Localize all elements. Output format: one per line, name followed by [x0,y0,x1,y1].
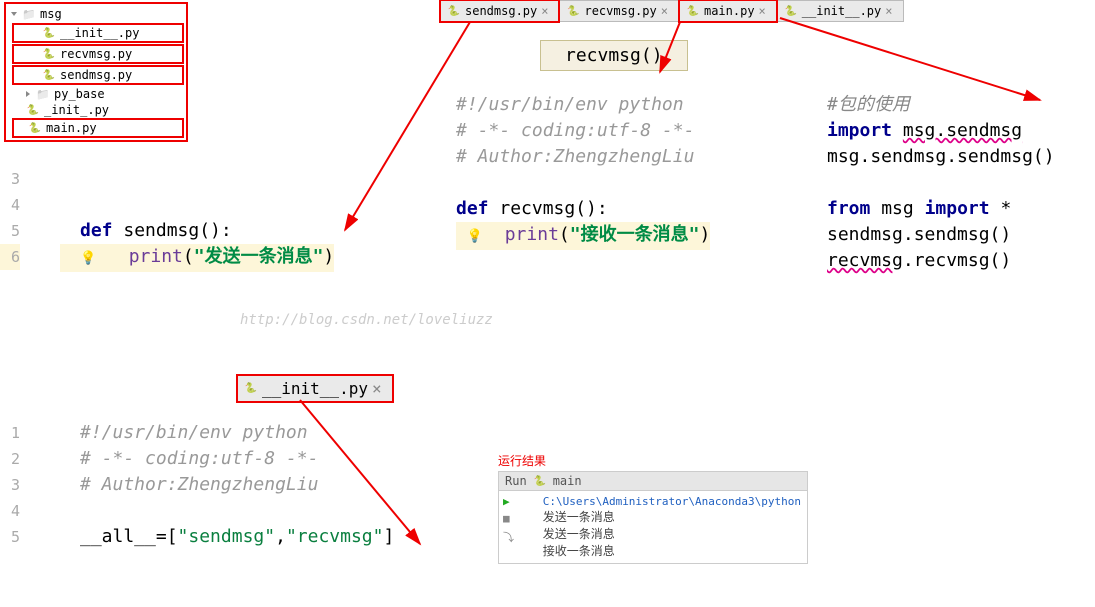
tab-init[interactable]: __init__.py × [777,0,904,22]
project-tree: msg __init__.py recvmsg.py sendmsg.py py… [4,2,188,142]
tab-init-standalone[interactable]: __init__.py× [236,374,394,403]
close-icon[interactable]: × [372,379,382,398]
tab-sendmsg[interactable]: sendmsg.py × [440,0,559,22]
tab-recvmsg[interactable]: recvmsg.py × [559,0,678,22]
tab-label: recvmsg.py [584,4,656,18]
python-icon [26,103,40,117]
folder-icon [22,7,36,21]
doc-tooltip: recvmsg() [540,40,688,71]
line-gutter: 12345 [0,420,26,550]
comment: #包的使用 [827,92,1055,118]
tree-label: msg [40,7,62,21]
output-line: 发送一条消息 [543,525,801,542]
tree-label: _init_.py [44,103,109,117]
tree-label: py_base [54,87,105,101]
close-icon[interactable]: × [661,4,668,18]
editor-tabs: sendmsg.py × recvmsg.py × main.py × __init_… [440,0,904,22]
tree-file-main[interactable]: main.py [12,118,184,138]
folder-icon [36,87,50,101]
output-line: 接收一条消息 [543,542,801,559]
run-toolbar: ▶ ■ ⤵ [499,491,537,563]
python-icon [28,121,42,135]
close-icon[interactable]: × [541,4,548,18]
tree-folder-pybase[interactable]: py_base [12,86,184,102]
python-icon [566,4,580,18]
tab-label: __init__.py [262,379,368,398]
tab-main[interactable]: main.py × [679,0,777,22]
comment: # Author:ZhengzhengLiu [456,144,710,170]
tab-label: sendmsg.py [465,4,537,18]
line-gutter: 3456 [0,166,26,270]
run-title: 运行结果 [498,452,808,469]
lightbulb-icon[interactable] [80,246,96,267]
python-icon [784,4,798,18]
comment: #!/usr/bin/env python [456,92,710,118]
lightbulb-icon[interactable] [467,224,483,245]
tree-file-init2[interactable]: _init_.py [12,102,184,118]
python-icon [447,4,461,18]
run-panel: 运行结果 Runmain ▶ ■ ⤵ C:\Users\Administrato… [498,452,808,564]
debug-icon[interactable]: ⤵ [503,529,514,545]
tree-folder-msg[interactable]: msg [12,6,184,22]
tree-label: sendmsg.py [60,68,132,82]
editor-main[interactable]: #包的使用 import msg.sendmsg msg.sendmsg.sen… [827,92,1055,274]
tree-file-init[interactable]: __init__.py [12,23,184,43]
run-header: Runmain [498,471,808,491]
python-icon [533,474,547,488]
editor-init[interactable]: #!/usr/bin/env python # -*- coding:utf-8… [80,420,394,550]
editor-recvmsg[interactable]: #!/usr/bin/env python # -*- coding:utf-8… [456,92,710,250]
python-icon [686,4,700,18]
tree-file-sendmsg[interactable]: sendmsg.py [12,65,184,85]
output-path: C:\Users\Administrator\Anaconda3\python [543,495,801,508]
stop-icon[interactable]: ■ [503,512,510,525]
tab-label: __init__.py [802,4,881,18]
output-line: 发送一条消息 [543,508,801,525]
run-output: C:\Users\Administrator\Anaconda3\python … [537,491,807,563]
tree-label: __init__.py [60,26,139,40]
editor-sendmsg[interactable]: def sendmsg(): print("发送一条消息") [80,218,334,272]
tab-label: main.py [704,4,755,18]
close-icon[interactable]: × [885,4,892,18]
tooltip-text: recvmsg() [565,45,663,66]
tree-file-recvmsg[interactable]: recvmsg.py [12,44,184,64]
run-icon[interactable]: ▶ [503,495,510,508]
close-icon[interactable]: × [759,4,766,18]
watermark: http://blog.csdn.net/loveliuzz [240,312,493,328]
python-icon [42,68,56,82]
comment: # -*- coding:utf-8 -*- [456,118,710,144]
python-icon [42,47,56,61]
tree-label: recvmsg.py [60,47,132,61]
tree-label: main.py [46,121,97,135]
python-icon [42,26,56,40]
python-icon [244,382,258,396]
